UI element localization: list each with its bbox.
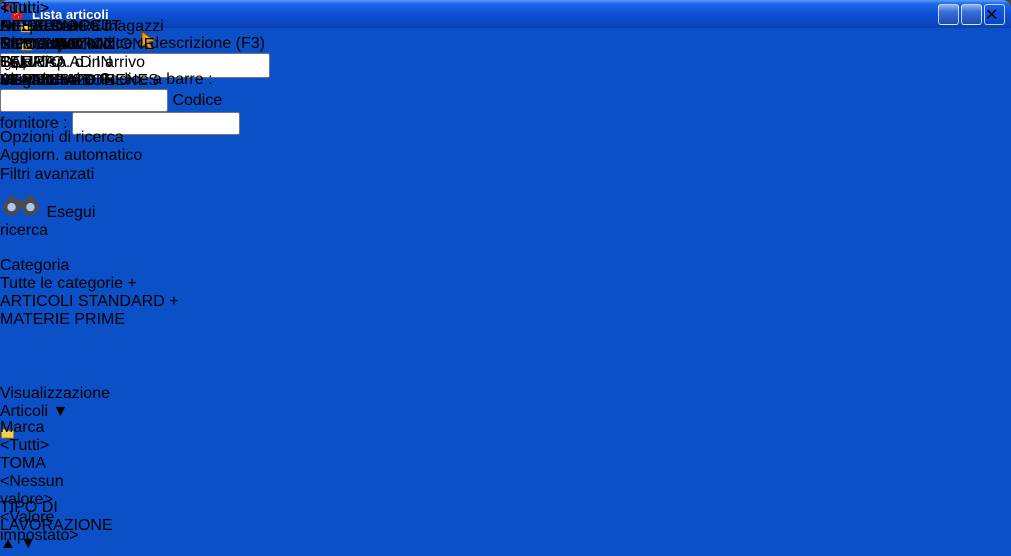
list-item[interactable]: <Tutti> — [0, 0, 996, 18]
list-item[interactable]: TEMPRA AD IN — [0, 54, 996, 72]
window-content: Lista articoli Ricerca per codice o desc… — [0, 0, 1011, 556]
list-item[interactable]: CEMENTAZION — [0, 36, 996, 54]
list-item[interactable]: CEMENTAZION — [0, 72, 996, 90]
list-item[interactable]: NESSUNO — [0, 18, 996, 36]
app-window: Lista articoli ✕ Lista articoli — [0, 0, 1011, 556]
